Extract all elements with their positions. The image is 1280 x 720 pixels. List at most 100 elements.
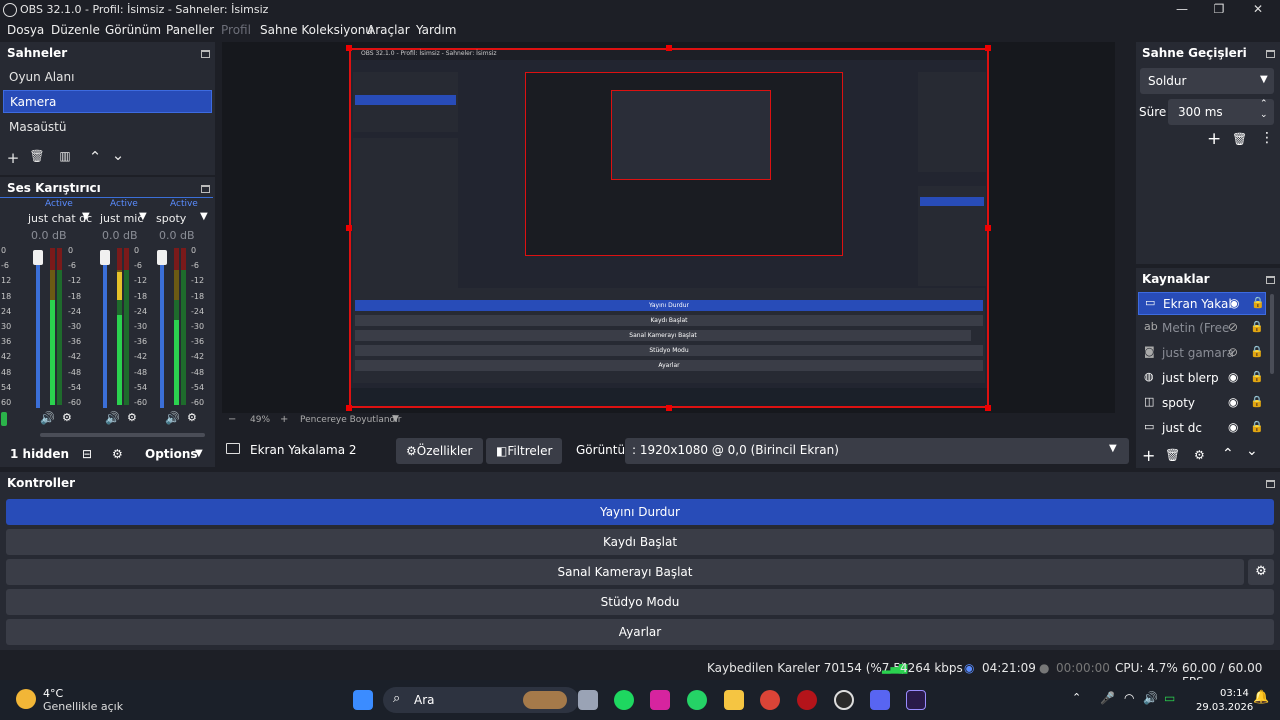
display-select[interactable]: : 1920x1080 @ 0,0 (Birincil Ekran) ▼ — [625, 438, 1129, 464]
settings-button[interactable]: Ayarlar — [6, 619, 1274, 645]
fader-handle[interactable] — [157, 250, 167, 265]
channel-menu-icon[interactable]: ▼ — [200, 211, 208, 222]
minimize-icon[interactable]: — — [1174, 2, 1190, 18]
resize-handle[interactable] — [985, 225, 991, 231]
move-up-icon[interactable]: ⌃ — [86, 148, 104, 166]
hidden-count[interactable]: 1 hidden — [10, 447, 69, 461]
whatsapp-icon[interactable] — [687, 690, 707, 710]
eye-icon[interactable]: ◉ — [1228, 420, 1238, 434]
properties-button[interactable]: ⚙Özellikler — [396, 438, 483, 464]
scene-filters-icon[interactable]: ▥ — [56, 149, 74, 163]
menu-duzenle[interactable]: Düzenle — [51, 23, 100, 37]
chevron-down-icon[interactable]: ▼ — [195, 448, 203, 459]
battery-icon[interactable]: ▭ — [1164, 691, 1175, 705]
more-options-icon[interactable]: ⋮ — [1260, 130, 1274, 146]
advanced-audio-icon[interactable]: ⚙ — [112, 447, 123, 461]
menu-sahne-koleksiyonu[interactable]: Sahne Koleksiyonu — [260, 23, 373, 37]
dock-float-icon[interactable] — [201, 50, 210, 58]
menu-gorunum[interactable]: Görünüm — [105, 23, 161, 37]
move-up-icon[interactable]: ⌃ — [1222, 446, 1234, 462]
menu-araclar[interactable]: Araçlar — [367, 23, 410, 37]
task-view-icon[interactable] — [578, 690, 598, 710]
resize-handle[interactable] — [666, 45, 672, 51]
instagram-icon[interactable] — [650, 690, 670, 710]
menu-yardim[interactable]: Yardım — [416, 23, 456, 37]
lock-icon[interactable]: 🔒 — [1250, 420, 1264, 433]
source-properties-icon[interactable]: ⚙ — [1194, 448, 1205, 462]
start-virtual-camera-button[interactable]: Sanal Kamerayı Başlat — [6, 559, 1244, 585]
scene-item-selected[interactable]: Kamera — [3, 90, 212, 113]
move-down-icon[interactable]: ⌄ — [1246, 443, 1258, 459]
start-recording-button[interactable]: Kaydı Başlat — [6, 529, 1274, 555]
eye-hidden-icon[interactable]: ⊘ — [1228, 345, 1238, 359]
wifi-icon[interactable]: ◠ — [1124, 691, 1134, 705]
obs-taskbar-icon[interactable] — [834, 690, 854, 710]
lock-icon[interactable]: 🔒 — [1250, 370, 1264, 383]
speaker-icon[interactable]: 🔊 — [40, 411, 55, 425]
menu-dosya[interactable]: Dosya — [7, 23, 44, 37]
step-down-icon[interactable]: ⌄ — [1260, 110, 1268, 120]
file-explorer-icon[interactable] — [724, 690, 744, 710]
resize-handle[interactable] — [666, 405, 672, 411]
source-item[interactable]: ▭ Ekran Yakal ◉ 🔒 — [1138, 292, 1266, 315]
source-item[interactable]: ◍ just blerp ◉ 🔒 — [1138, 367, 1266, 390]
step-up-icon[interactable]: ⌃ — [1260, 99, 1268, 109]
eye-icon[interactable]: ◉ — [1229, 296, 1239, 310]
resize-handle[interactable] — [985, 405, 991, 411]
zoom-out-icon[interactable]: − — [228, 414, 236, 425]
resize-handle[interactable] — [346, 405, 352, 411]
virtual-camera-settings-icon[interactable]: ⚙ — [1248, 559, 1274, 585]
notifications-icon[interactable]: 🔔 — [1253, 690, 1269, 705]
taskbar-search[interactable]: ⌕ Ara — [383, 687, 579, 713]
dock-float-icon[interactable] — [1266, 480, 1275, 488]
move-down-icon[interactable]: ⌄ — [109, 146, 127, 164]
app-icon[interactable] — [797, 690, 817, 710]
channel-settings-icon[interactable]: ⚙ — [127, 411, 137, 424]
fader-handle[interactable] — [33, 250, 43, 265]
clock-time[interactable]: 03:14 — [1220, 688, 1249, 699]
chevron-down-icon[interactable]: ▼ — [392, 414, 399, 424]
mixer-layout-icon[interactable]: ⊟ — [82, 447, 92, 461]
menu-profil[interactable]: Profil — [221, 23, 251, 37]
lock-icon[interactable]: 🔒 — [1250, 320, 1264, 333]
close-icon[interactable]: ✕ — [1250, 2, 1266, 18]
dock-float-icon[interactable] — [1266, 50, 1275, 58]
eye-hidden-icon[interactable]: ⊘ — [1228, 320, 1238, 334]
source-item[interactable]: ◫ spoty ◉ 🔒 — [1138, 392, 1266, 415]
stop-stream-button[interactable]: Yayını Durdur — [6, 499, 1274, 525]
eye-icon[interactable]: ◉ — [1228, 395, 1238, 409]
volume-icon[interactable]: 🔊 — [1143, 691, 1158, 705]
source-item[interactable]: ab Metin (Free ⊘ 🔒 — [1138, 317, 1266, 340]
menu-paneller[interactable]: Paneller — [166, 23, 214, 37]
sources-scrollbar[interactable] — [1270, 294, 1274, 374]
channel-settings-icon[interactable]: ⚙ — [187, 411, 197, 424]
dock-float-icon[interactable] — [201, 185, 210, 193]
chrome-icon[interactable] — [760, 690, 780, 710]
resize-handle[interactable] — [346, 225, 352, 231]
spotify-icon[interactable] — [614, 690, 634, 710]
resize-handle[interactable] — [985, 45, 991, 51]
speaker-icon[interactable]: 🔊 — [105, 411, 120, 425]
duration-spinbox[interactable]: 300 ms ⌃ ⌄ — [1168, 99, 1274, 125]
resize-handle[interactable] — [346, 45, 352, 51]
maximize-icon[interactable]: ❐ — [1211, 2, 1227, 18]
channel-menu-icon[interactable]: ▼ — [82, 211, 90, 222]
source-item[interactable]: ▭ just dc ◉ 🔒 — [1138, 417, 1266, 440]
lock-icon[interactable]: 🔒 — [1250, 395, 1264, 408]
lock-icon[interactable]: 🔒 — [1251, 296, 1265, 309]
mixer-options-button[interactable]: Options — [145, 447, 198, 461]
discord-icon[interactable] — [870, 690, 890, 710]
eye-icon[interactable]: ◉ — [1228, 370, 1238, 384]
weather-icon[interactable] — [16, 689, 36, 709]
add-source-icon[interactable]: + — [1142, 446, 1155, 465]
preview-source-frame[interactable]: OBS 32.1.0 - Profil: İsimsiz - Sahneler:… — [349, 48, 989, 408]
fader-handle[interactable] — [100, 250, 110, 265]
remove-transition-icon[interactable]: 🗑 — [1232, 132, 1247, 146]
lock-icon[interactable]: 🔒 — [1250, 345, 1264, 358]
premiere-pro-icon[interactable] — [906, 690, 926, 710]
filters-button[interactable]: ◧Filtreler — [486, 438, 563, 464]
transition-select[interactable]: Soldur ▼ — [1140, 68, 1274, 94]
zoom-in-icon[interactable]: + — [280, 414, 288, 425]
remove-scene-icon[interactable]: 🗑 — [28, 149, 46, 163]
mixer-scrollbar[interactable] — [40, 433, 205, 437]
